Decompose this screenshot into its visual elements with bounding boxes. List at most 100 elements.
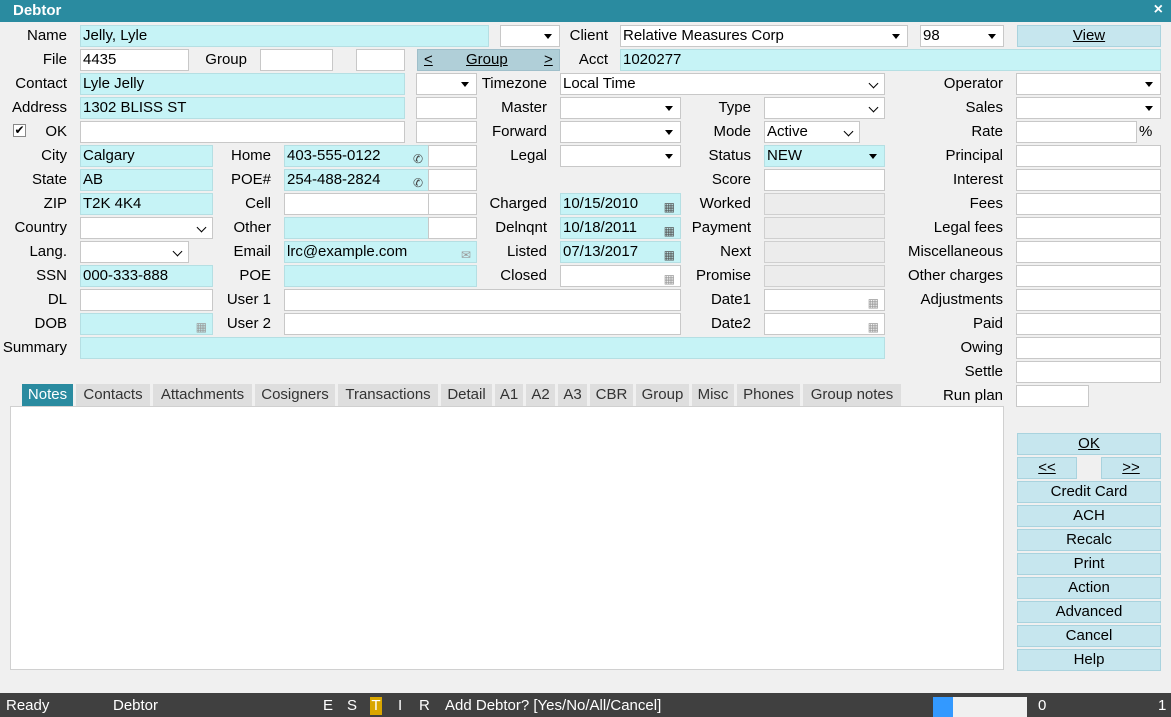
operator-dropdown[interactable] [1016,73,1161,95]
phone-icon[interactable]: ✆ [413,173,423,190]
calendar-icon[interactable]: ▦ [664,197,675,214]
file-field[interactable]: 4435 [80,49,189,71]
listed-date-field[interactable]: 07/13/2017 ▦ [560,241,681,263]
address2-field[interactable] [80,121,405,143]
address-field[interactable]: 1302 BLISS ST [80,97,405,119]
name-suffix-dropdown[interactable] [500,25,560,47]
score-field[interactable] [764,169,885,191]
calendar-icon[interactable]: ▦ [664,245,675,262]
country-dropdown[interactable] [80,217,213,239]
principal-field[interactable] [1016,145,1161,167]
lang-dropdown[interactable] [80,241,189,263]
group-button[interactable]: Group [466,51,508,68]
next-record-button[interactable]: >> [1101,457,1161,479]
paid-field[interactable] [1016,313,1161,335]
delnqnt-date-field[interactable]: 10/18/2011 ▦ [560,217,681,239]
user2-field[interactable] [284,313,681,335]
timezone-dropdown[interactable]: Local Time [560,73,885,95]
date2-field[interactable]: ▦ [764,313,885,335]
tab-cbr[interactable]: CBR [590,384,634,406]
other-charges-field[interactable] [1016,265,1161,287]
group-field[interactable] [260,49,333,71]
closed-date-field[interactable]: ▦ [560,265,681,287]
tab-transactions[interactable]: Transactions [338,384,439,406]
tab-a2[interactable]: A2 [526,384,556,406]
group-extra-field[interactable] [356,49,405,71]
prev-record-button[interactable]: << [1017,457,1077,479]
poe-ext-field[interactable] [428,169,477,191]
tab-detail[interactable]: Detail [441,384,493,406]
acct-field[interactable]: 1020277 [620,49,1161,71]
settle-field[interactable] [1016,361,1161,383]
calendar-icon[interactable]: ▦ [868,317,879,334]
client-dropdown[interactable]: Relative Measures Corp [620,25,908,47]
ssn-field[interactable]: 000-333-888 [80,265,213,287]
dl-field[interactable] [80,289,213,311]
action-button[interactable]: Action [1017,577,1161,599]
phone-icon[interactable]: ✆ [413,149,423,166]
other-phone-field[interactable] [284,217,429,239]
tab-group-notes[interactable]: Group notes [803,384,902,406]
tab-group[interactable]: Group [636,384,690,406]
fees-field[interactable] [1016,193,1161,215]
legal-fees-field[interactable] [1016,217,1161,239]
date1-field[interactable]: ▦ [764,289,885,311]
notes-textarea[interactable] [10,406,1004,670]
dob-field[interactable]: ▦ [80,313,213,335]
credit-card-button[interactable]: Credit Card [1017,481,1161,503]
charged-date-field[interactable]: 10/15/2010 ▦ [560,193,681,215]
tab-notes[interactable]: Notes [22,384,74,406]
tab-phones[interactable]: Phones [737,384,801,406]
contact-field[interactable]: Lyle Jelly [80,73,405,95]
recalc-button[interactable]: Recalc [1017,529,1161,551]
view-button[interactable]: View [1017,25,1161,47]
forward-dropdown[interactable] [560,121,681,143]
state-field[interactable]: AB [80,169,213,191]
tab-attachments[interactable]: Attachments [153,384,253,406]
legal-dropdown[interactable] [560,145,681,167]
ok-checkbox[interactable]: ✔ [13,124,26,137]
tab-contacts[interactable]: Contacts [76,384,151,406]
calendar-icon[interactable]: ▦ [196,317,207,334]
type-dropdown[interactable] [764,97,885,119]
cancel-button[interactable]: Cancel [1017,625,1161,647]
run-plan-field[interactable] [1016,385,1089,407]
group-next-button[interactable]: > [544,51,553,68]
interest-field[interactable] [1016,169,1161,191]
client-code-dropdown[interactable]: 98 [920,25,1004,47]
summary-field[interactable] [80,337,885,359]
group-prev-button[interactable]: < [424,51,433,68]
sales-dropdown[interactable] [1016,97,1161,119]
mode-dropdown[interactable]: Active [764,121,860,143]
close-icon[interactable]: × [1154,1,1163,19]
owing-field[interactable] [1016,337,1161,359]
calendar-icon[interactable]: ▦ [664,221,675,238]
calendar-icon[interactable]: ▦ [664,269,675,286]
adjustments-field[interactable] [1016,289,1161,311]
help-button[interactable]: Help [1017,649,1161,671]
poe-field[interactable] [284,265,477,287]
address2-extra-field[interactable] [416,121,477,143]
master-dropdown[interactable] [560,97,681,119]
calendar-icon[interactable]: ▦ [868,293,879,310]
user1-field[interactable] [284,289,681,311]
advanced-button[interactable]: Advanced [1017,601,1161,623]
email-field[interactable]: lrc@example.com ✉ [284,241,477,263]
rate-field[interactable] [1016,121,1137,143]
contact-type-dropdown[interactable] [416,73,477,95]
name-field[interactable]: Jelly, Lyle [80,25,489,47]
zip-field[interactable]: T2K 4K4 [80,193,213,215]
tab-a1[interactable]: A1 [495,384,524,406]
tab-misc[interactable]: Misc [692,384,735,406]
home-phone-field[interactable]: 403-555-0122 ✆ [284,145,429,167]
address-extra-field[interactable] [416,97,477,119]
tab-a3[interactable]: A3 [558,384,588,406]
print-button[interactable]: Print [1017,553,1161,575]
cell-field[interactable] [284,193,429,215]
tab-cosigners[interactable]: Cosigners [255,384,336,406]
ach-button[interactable]: ACH [1017,505,1161,527]
city-field[interactable]: Calgary [80,145,213,167]
poe-phone-field[interactable]: 254-488-2824 ✆ [284,169,429,191]
ok-button[interactable]: OK [1017,433,1161,455]
miscellaneous-field[interactable] [1016,241,1161,263]
